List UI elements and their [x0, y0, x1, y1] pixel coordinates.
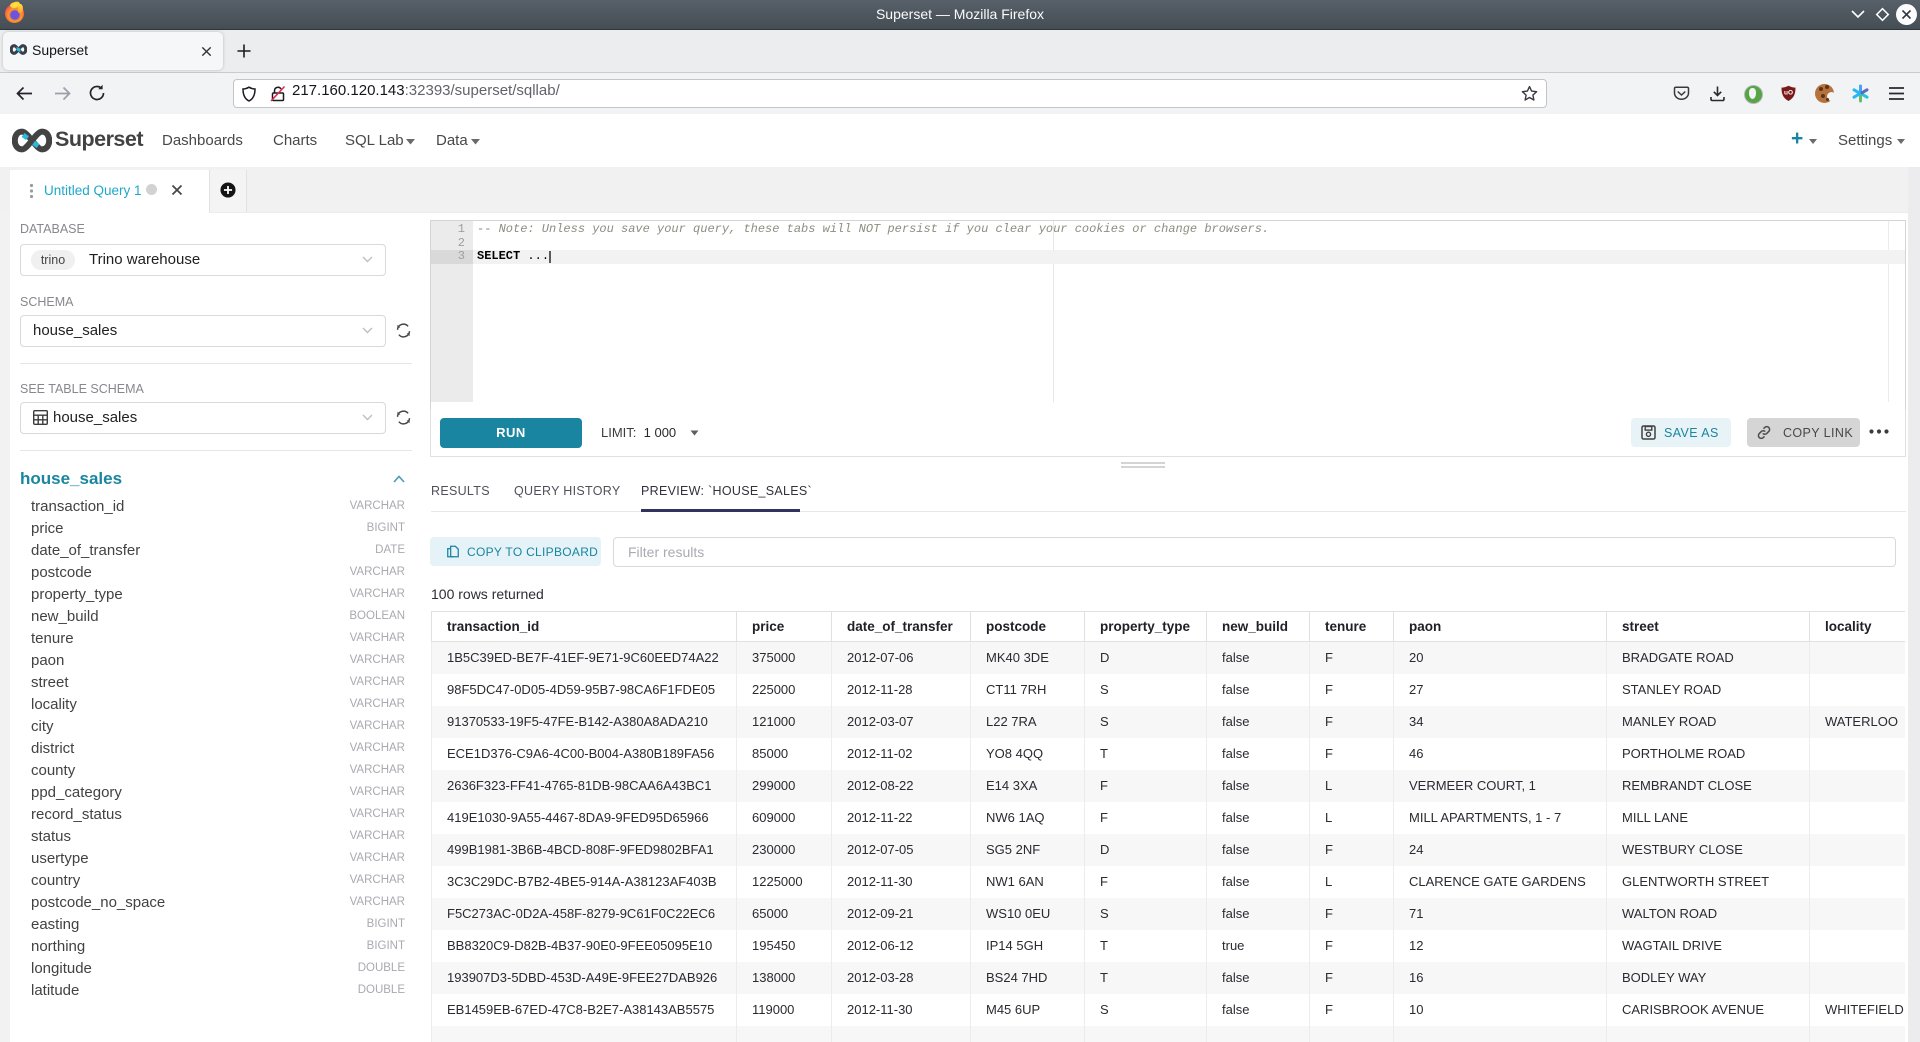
- svg-text:uO: uO: [1784, 90, 1793, 97]
